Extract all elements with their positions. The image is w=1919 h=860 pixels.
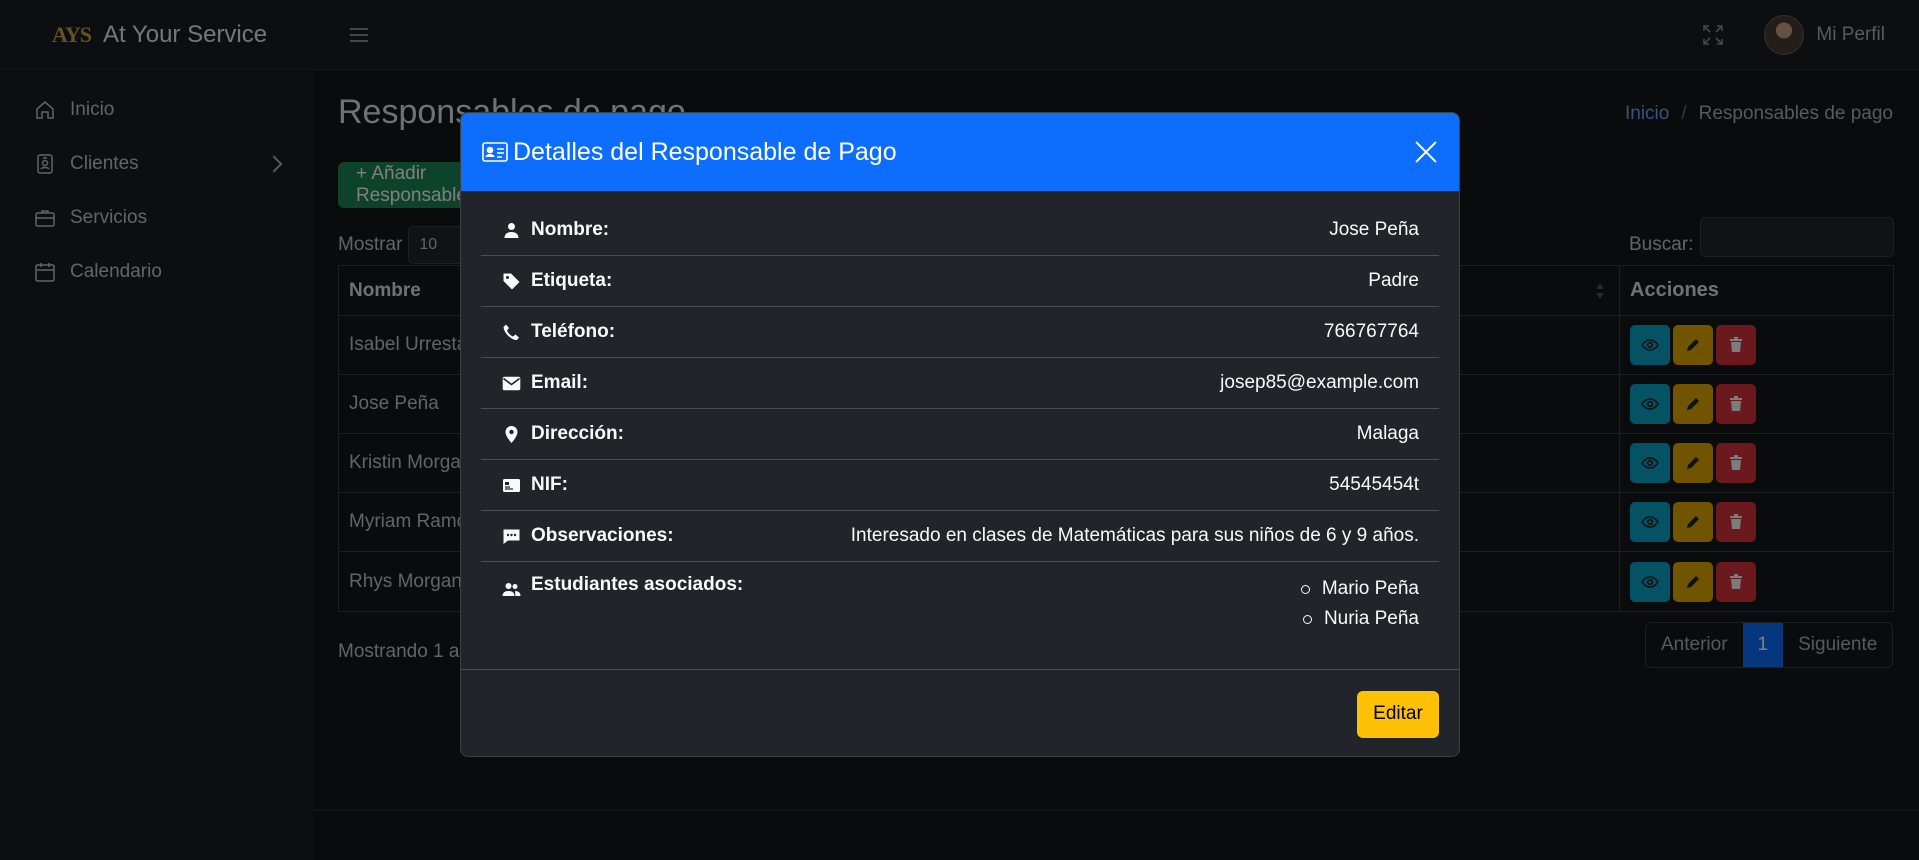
circle-bullet-icon: [1302, 614, 1312, 624]
detail-value: 766767764: [1323, 321, 1419, 342]
card-icon: [501, 475, 521, 495]
modal-footer: Editar: [461, 669, 1459, 756]
phone-icon: [501, 322, 521, 342]
location-pin-icon: [501, 424, 521, 444]
detail-label: Email:: [531, 372, 589, 393]
detail-row-observaciones: Observaciones: Interesado en clases de M…: [481, 511, 1439, 562]
detail-label: Observaciones:: [531, 525, 674, 546]
detail-row-etiqueta: Etiqueta: Padre: [481, 256, 1439, 307]
detail-label: Nombre:: [531, 219, 610, 240]
detail-row-telefono: Teléfono: 766767764: [481, 307, 1439, 358]
detail-value: Jose Peña: [1329, 219, 1419, 240]
modal-body: Nombre: Jose Peña Etiqueta: Padre Teléfo…: [461, 191, 1459, 652]
detail-value: 54545454t: [1329, 474, 1419, 495]
detail-label: Estudiantes asociados:: [531, 574, 744, 595]
detail-value: Interesado en clases de Matemáticas para…: [850, 525, 1419, 546]
chat-dots-icon: [501, 526, 521, 546]
students-list: Mario Peña Nuria Peña: [1300, 574, 1419, 634]
circle-bullet-icon: [1300, 584, 1310, 594]
close-icon[interactable]: [1411, 137, 1441, 167]
list-item: Nuria Peña: [1301, 604, 1419, 634]
envelope-icon: [501, 373, 521, 393]
detail-row-nombre: Nombre: Jose Peña: [481, 205, 1439, 256]
detail-value: josep85@example.com: [1220, 372, 1419, 393]
id-card-icon: [481, 140, 509, 164]
detail-label: Dirección:: [531, 423, 624, 444]
detail-value: Padre: [1368, 270, 1419, 291]
modal-header: Detalles del Responsable de Pago: [461, 113, 1459, 191]
tag-icon: [501, 271, 521, 291]
person-icon: [501, 220, 521, 240]
list-item: Mario Peña: [1300, 574, 1419, 604]
detail-row-email: Email: josep85@example.com: [481, 358, 1439, 409]
modal-title: Detalles del Responsable de Pago: [513, 137, 897, 166]
edit-button[interactable]: Editar: [1357, 690, 1439, 738]
detail-label: Teléfono:: [531, 321, 616, 342]
people-icon: [501, 579, 521, 599]
details-modal: Detalles del Responsable de Pago Nombre:…: [460, 112, 1460, 757]
detail-row-nif: NIF: 54545454t: [481, 460, 1439, 511]
detail-value: Malaga: [1356, 423, 1419, 444]
detail-row-estudiantes: Estudiantes asociados: Mario Peña Nuria …: [481, 562, 1439, 652]
detail-row-direccion: Dirección: Malaga: [481, 409, 1439, 460]
detail-label: Etiqueta:: [531, 270, 613, 291]
detail-label: NIF:: [531, 474, 568, 495]
